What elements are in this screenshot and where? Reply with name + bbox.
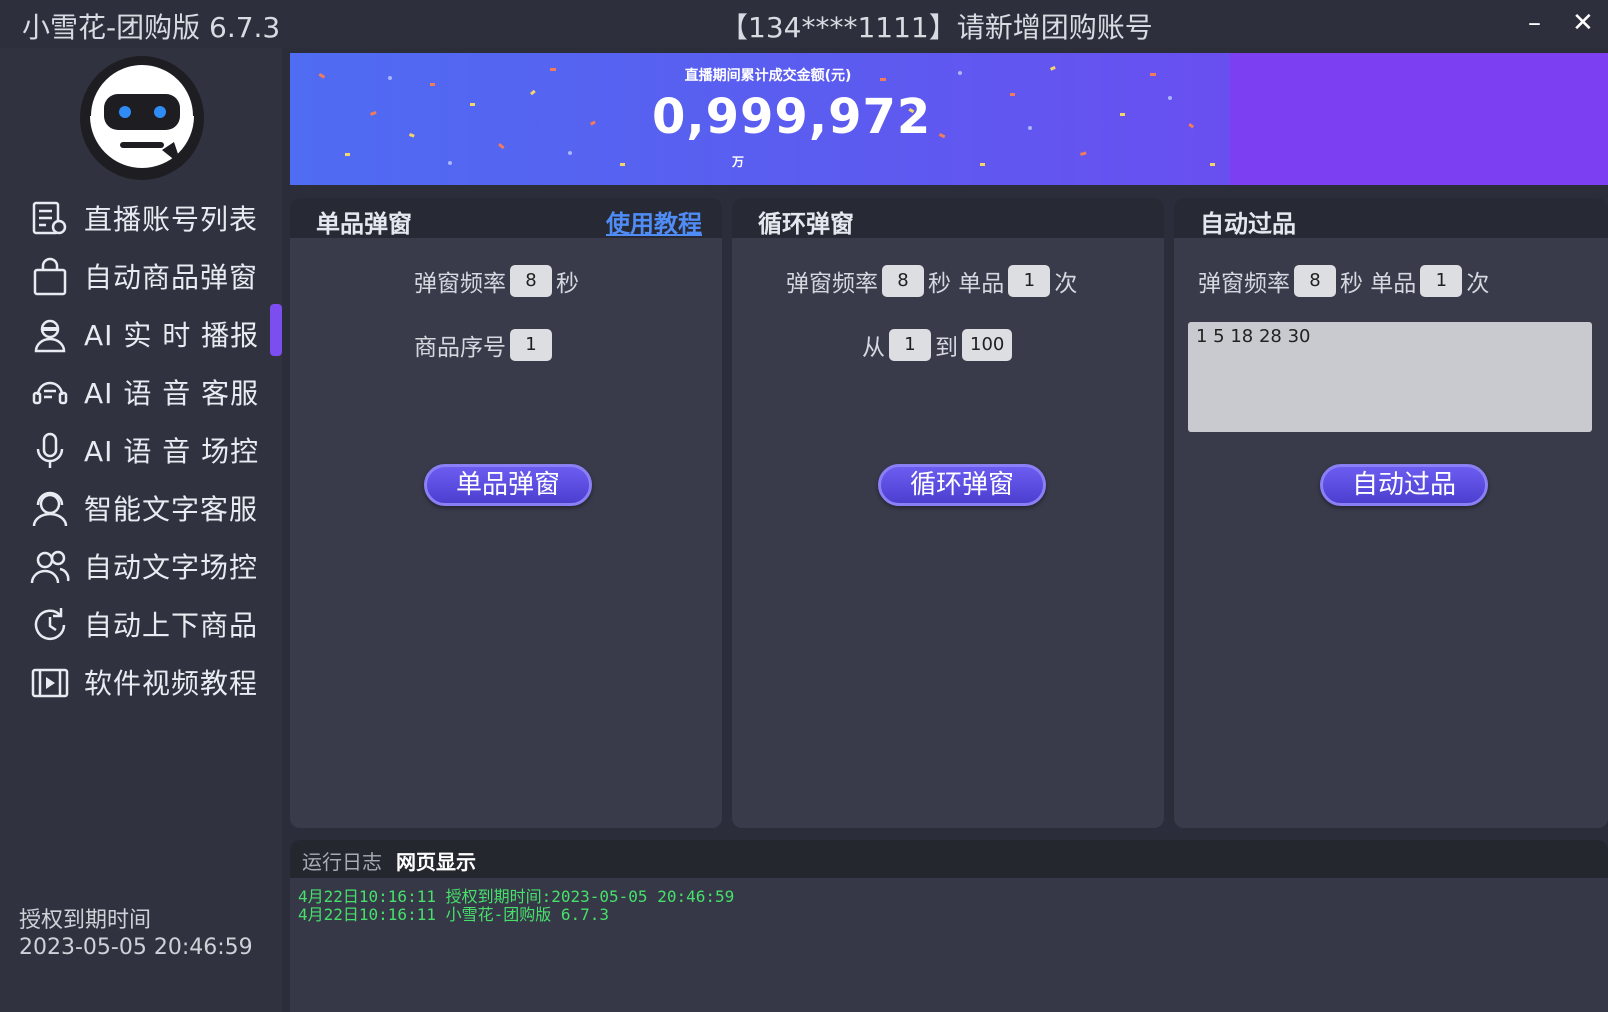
expiry-label: 授权到期时间 xyxy=(19,908,152,933)
auto-pass-panel: 自动过品 弹窗频率 8 秒 单品 1 次 1 5 18 28 30 自动过品 xyxy=(1174,198,1608,828)
count-unit: 次 xyxy=(1466,271,1490,297)
count-input[interactable]: 1 xyxy=(1420,265,1463,297)
sidebar-item-auto-product-popup[interactable]: 自动商品弹窗 xyxy=(0,250,282,300)
close-button[interactable]: ✕ xyxy=(1572,8,1594,38)
single-popup-panel: 单品弹窗 使用教程 弹窗频率 8 秒 商品序号 1 单品弹窗 xyxy=(290,198,722,828)
panel-title: 循环弹窗 xyxy=(758,210,854,238)
panel-header: 单品弹窗 使用教程 xyxy=(290,198,722,238)
frequency-row: 弹窗频率 8 秒 xyxy=(414,264,579,298)
banner-right-block xyxy=(1230,53,1608,185)
single-popup-button[interactable]: 单品弹窗 xyxy=(424,464,592,506)
sidebar-item-auto-product-shelf[interactable]: 自动上下商品 xyxy=(0,598,282,648)
to-label: 到 xyxy=(935,335,958,361)
loop-popup-button[interactable]: 循环弹窗 xyxy=(878,464,1046,506)
video-icon xyxy=(31,668,69,698)
active-indicator xyxy=(270,304,282,356)
banner-caption: 直播期间累计成交金额(元) xyxy=(684,68,852,84)
sidebar-item-ai-voice-control[interactable]: AI 语 音 场控 xyxy=(0,424,282,474)
frequency-input[interactable]: 8 xyxy=(1294,265,1336,297)
from-label: 从 xyxy=(862,335,885,361)
sales-banner: 直播期间累计成交金额(元) 0,999,972 万 xyxy=(290,53,1608,185)
sidebar-item-label: 自动上下商品 xyxy=(84,609,259,642)
sidebar-item-label: AI 语 音 场控 xyxy=(84,435,260,468)
count-unit: 次 xyxy=(1054,271,1078,297)
tutorial-link[interactable]: 使用教程 xyxy=(606,204,702,239)
panel-title: 自动过品 xyxy=(1200,210,1296,238)
tab-web-display[interactable]: 网页显示 xyxy=(396,846,476,875)
from-input[interactable]: 1 xyxy=(889,329,931,361)
announcer-icon xyxy=(34,319,66,353)
frequency-label: 弹窗频率 xyxy=(786,271,878,297)
count-input[interactable]: 1 xyxy=(1008,265,1051,297)
voice-service-icon xyxy=(32,381,68,405)
product-index-input[interactable]: 1 xyxy=(510,329,552,361)
frequency-row: 弹窗频率 8 秒 单品 1 次 xyxy=(1198,264,1489,298)
sidebar-item-label: AI 实 时 播报 xyxy=(84,319,260,352)
microphone-icon xyxy=(36,432,64,468)
account-list-icon xyxy=(32,201,67,235)
frequency-label: 弹窗频率 xyxy=(1198,271,1290,297)
sidebar-item-label: 智能文字客服 xyxy=(84,493,259,526)
robot-logo xyxy=(80,56,204,180)
sidebar-item-video-tutorial[interactable]: 软件视频教程 xyxy=(0,656,282,706)
auto-pass-button[interactable]: 自动过品 xyxy=(1320,464,1488,506)
log-lines: 4月22日10:16:11 授权到期时间:2023-05-05 20:46:59… xyxy=(298,888,734,924)
product-index-label: 商品序号 xyxy=(414,335,506,361)
sidebar-item-auto-text-control[interactable]: 自动文字场控 xyxy=(0,540,282,590)
headset-user-icon xyxy=(32,491,68,527)
sidebar-item-smart-text-service[interactable]: 智能文字客服 xyxy=(0,482,282,532)
frequency-row: 弹窗频率 8 秒 单品 1 次 xyxy=(786,264,1077,298)
users-icon xyxy=(30,550,70,584)
frequency-unit: 秒 单品 xyxy=(1340,271,1417,297)
panel-title: 单品弹窗 xyxy=(316,210,412,238)
title-bar: 小雪花-团购版 6.7.3 【134****1111】请新增团购账号 – ✕ xyxy=(0,0,1608,48)
sidebar-item-label: 直播账号列表 xyxy=(84,203,259,236)
log-panel: 运行日志 网页显示 4月22日10:16:11 授权到期时间:2023-05-0… xyxy=(290,840,1608,1012)
frequency-input[interactable]: 8 xyxy=(882,265,924,297)
frequency-unit: 秒 单品 xyxy=(928,271,1005,297)
panel-header: 自动过品 xyxy=(1174,198,1608,238)
log-header: 运行日志 网页显示 xyxy=(290,840,1608,878)
shopping-bag-icon xyxy=(33,257,67,296)
sidebar-item-account-list[interactable]: 直播账号列表 xyxy=(0,192,282,242)
frequency-unit: 秒 xyxy=(556,271,579,297)
loop-popup-panel: 循环弹窗 弹窗频率 8 秒 单品 1 次 从 1 到 100 循环弹窗 xyxy=(732,198,1164,828)
panel-header: 循环弹窗 xyxy=(732,198,1164,238)
expiry-value: 2023-05-05 20:46:59 xyxy=(19,935,253,960)
product-index-row: 商品序号 1 xyxy=(414,328,556,362)
range-row: 从 1 到 100 xyxy=(862,328,1016,362)
minimize-button[interactable]: – xyxy=(1528,8,1541,38)
sidebar-item-ai-voice-service[interactable]: AI 语 音 客服 xyxy=(0,366,282,416)
sidebar-item-label: 软件视频教程 xyxy=(84,667,259,700)
amount-unit: 万 xyxy=(732,155,745,169)
frequency-input[interactable]: 8 xyxy=(510,265,552,297)
sidebar-item-label: 自动文字场控 xyxy=(84,551,259,584)
app-title: 小雪花-团购版 6.7.3 xyxy=(22,11,281,44)
log-line: 4月22日10:16:11 小雪花-团购版 6.7.3 xyxy=(298,905,610,924)
refresh-clock-icon xyxy=(34,608,66,641)
sidebar-item-ai-announce[interactable]: AI 实 时 播报 xyxy=(0,308,282,358)
sidebar-item-label: AI 语 音 客服 xyxy=(84,377,260,410)
account-title: 【134****1111】请新增团购账号 xyxy=(720,11,1153,44)
to-input[interactable]: 100 xyxy=(962,329,1013,361)
log-line: 4月22日10:16:11 授权到期时间:2023-05-05 20:46:59 xyxy=(298,887,735,906)
product-list-textarea[interactable]: 1 5 18 28 30 xyxy=(1188,322,1592,432)
sales-amount: 0,999,972 xyxy=(652,89,932,145)
frequency-label: 弹窗频率 xyxy=(414,271,506,297)
sidebar: 直播账号列表 自动商品弹窗 AI 实 时 播报 AI 语 音 客服 AI 语 音… xyxy=(0,48,282,1012)
sidebar-item-label: 自动商品弹窗 xyxy=(84,261,259,294)
tab-run-log[interactable]: 运行日志 xyxy=(302,846,382,875)
